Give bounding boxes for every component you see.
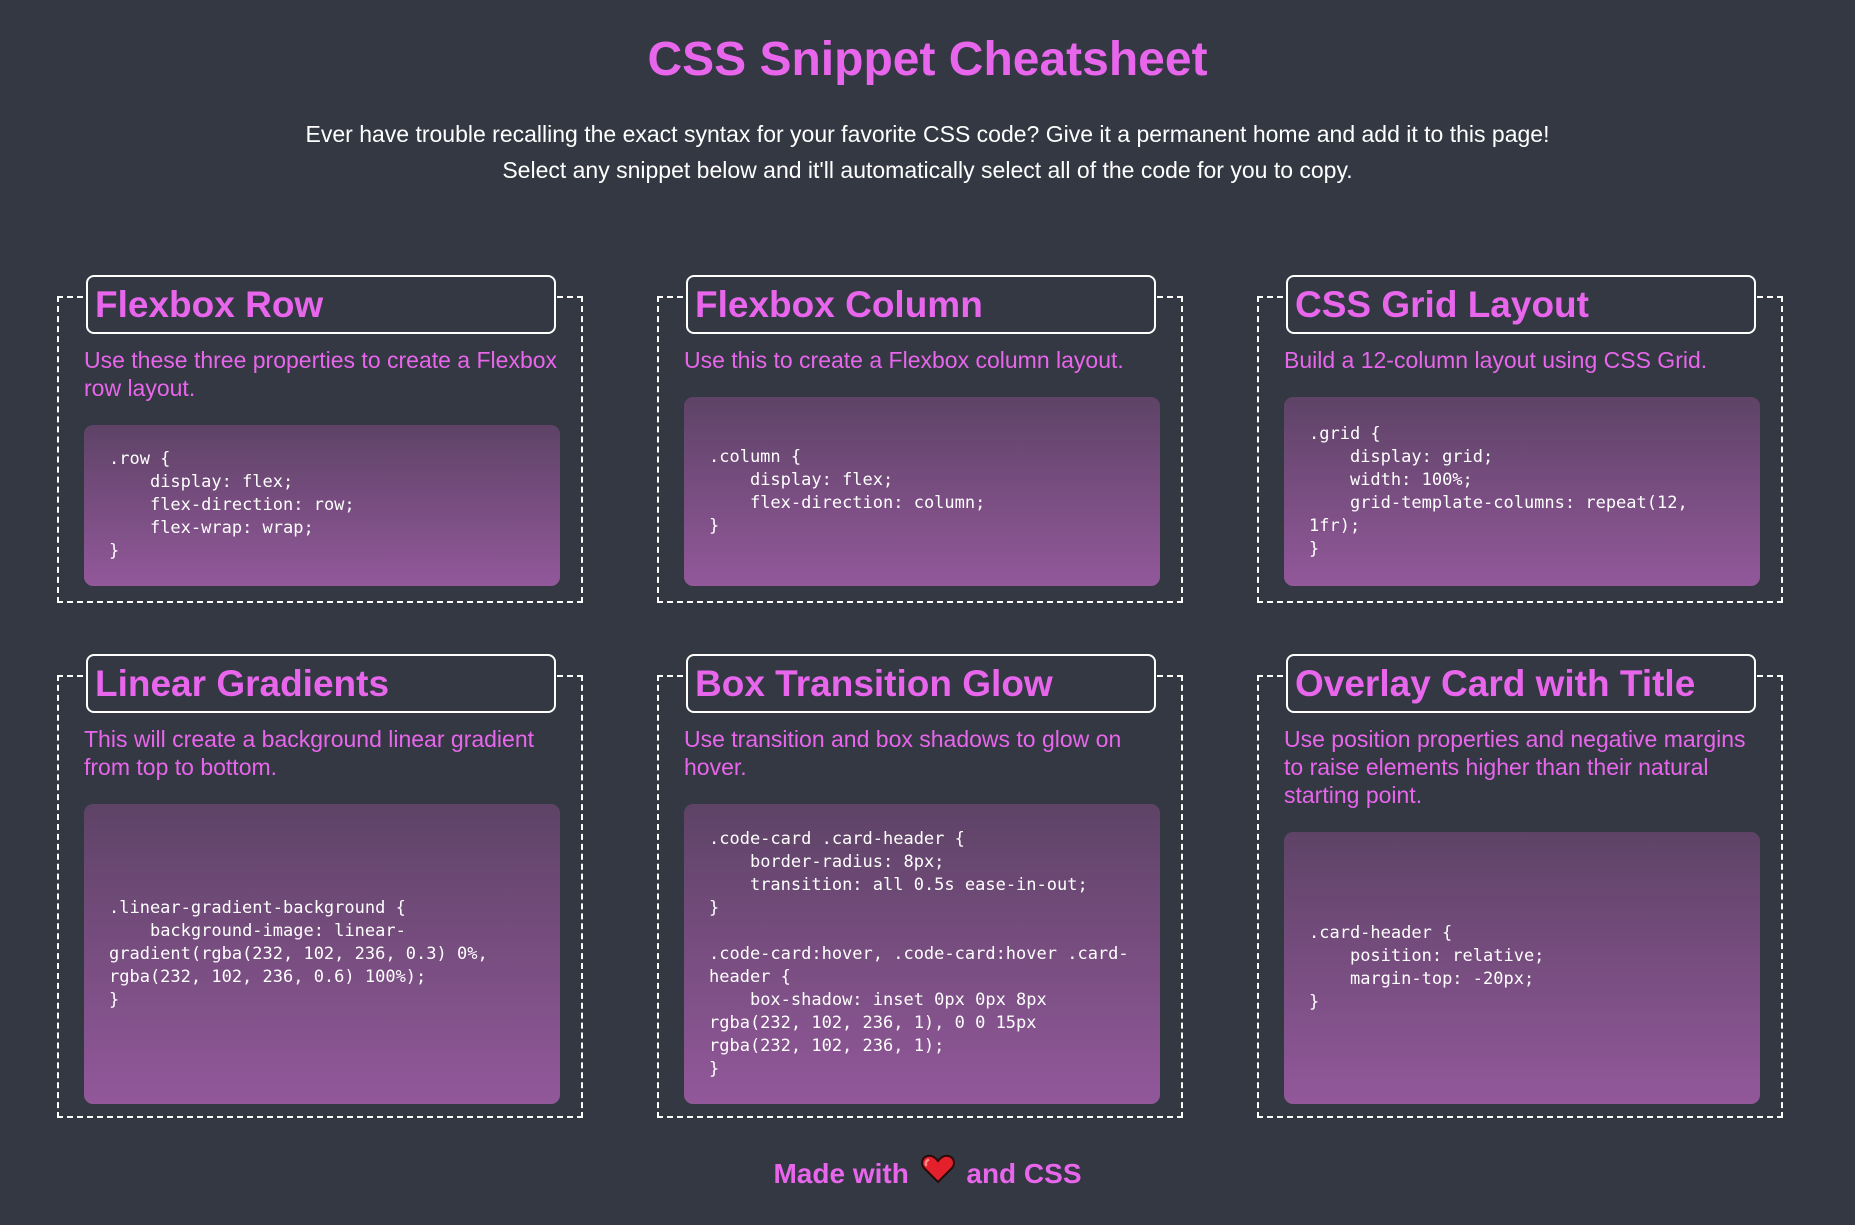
card-description: Use these three properties to create a F… [84, 347, 558, 401]
code-text[interactable]: .code-card .card-header { border-radius:… [709, 828, 1135, 1081]
code-card-overlay-card-with-title[interactable]: Overlay Card with Title Use position pro… [1257, 654, 1783, 1118]
card-header: Flexbox Column [686, 275, 1156, 334]
page-title: CSS Snippet Cheatsheet [647, 33, 1208, 86]
intro-line-1: Ever have trouble recalling the exact sy… [305, 121, 1550, 147]
heart-icon [920, 1154, 955, 1193]
code-text[interactable]: .grid { display: grid; width: 100%; grid… [1309, 423, 1735, 561]
card-header: Linear Gradients [86, 654, 556, 713]
card-header: Box Transition Glow [686, 654, 1156, 713]
intro-text: Ever have trouble recalling the exact sy… [0, 116, 1855, 188]
code-text[interactable]: .linear-gradient-background { background… [109, 897, 535, 1012]
card-description: Use position properties and negative mar… [1284, 726, 1746, 808]
footer-and-css: and CSS [966, 1158, 1082, 1189]
code-snippet[interactable]: .linear-gradient-background { background… [84, 804, 560, 1104]
code-card-css-grid-layout[interactable]: CSS Grid Layout Build a 12-column layout… [1257, 275, 1783, 603]
code-card-flexbox-column[interactable]: Flexbox Column Use this to create a Flex… [657, 275, 1183, 603]
code-snippet[interactable]: .grid { display: grid; width: 100%; grid… [1284, 397, 1760, 586]
code-text[interactable]: .column { display: flex; flex-direction:… [709, 446, 985, 538]
code-card-flexbox-row[interactable]: Flexbox Row Use these three properties t… [57, 275, 583, 603]
code-card-box-transition-glow[interactable]: Box Transition Glow Use transition and b… [657, 654, 1183, 1118]
card-description: Use this to create a Flexbox column layo… [684, 347, 1124, 373]
code-card-linear-gradients[interactable]: Linear Gradients This will create a back… [57, 654, 583, 1118]
code-text[interactable]: .card-header { position: relative; margi… [1309, 922, 1544, 1014]
card-header: CSS Grid Layout [1286, 275, 1756, 334]
card-description: Use transition and box shadows to glow o… [684, 726, 1122, 780]
page: CSS Snippet Cheatsheet Ever have trouble… [0, 0, 1855, 1225]
card-description: Build a 12-column layout using CSS Grid. [1284, 347, 1708, 373]
card-header: Overlay Card with Title [1286, 654, 1756, 713]
code-text[interactable]: .row { display: flex; flex-direction: ro… [109, 448, 355, 563]
code-snippet[interactable]: .row { display: flex; flex-direction: ro… [84, 425, 560, 586]
code-snippet[interactable]: .column { display: flex; flex-direction:… [684, 397, 1160, 586]
code-snippet[interactable]: .card-header { position: relative; margi… [1284, 832, 1760, 1104]
intro-line-2: Select any snippet below and it'll autom… [502, 157, 1353, 183]
card-header: Flexbox Row [86, 275, 556, 334]
footer-made-with: Made with [773, 1158, 909, 1189]
code-snippet[interactable]: .code-card .card-header { border-radius:… [684, 804, 1160, 1104]
footer: Made with and CSS [0, 1154, 1855, 1193]
card-description: This will create a background linear gra… [84, 726, 535, 780]
